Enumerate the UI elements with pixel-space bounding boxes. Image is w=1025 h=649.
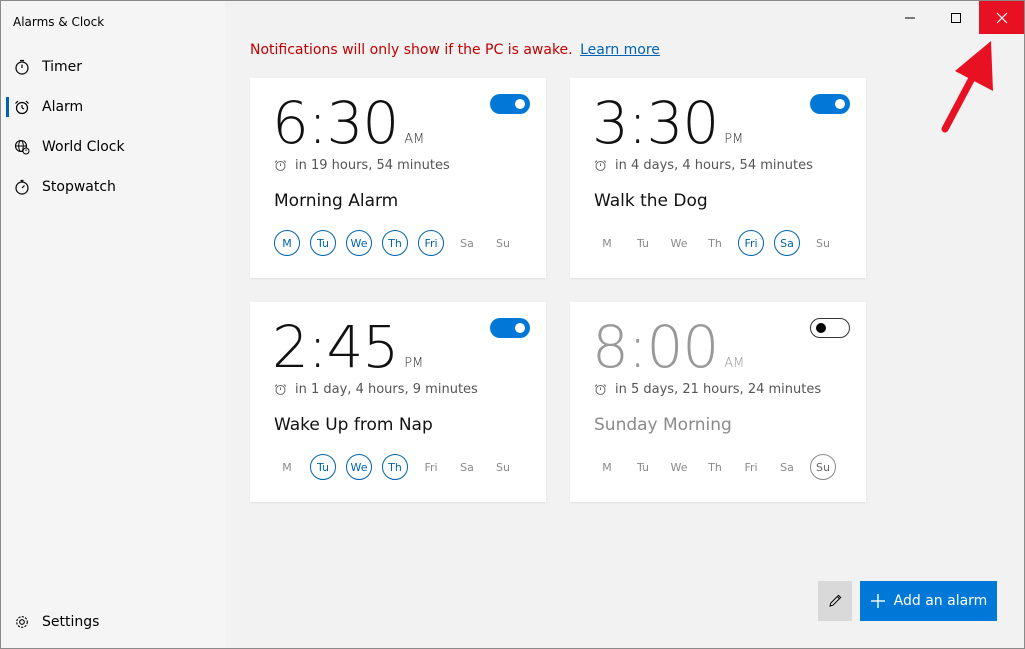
- alarm-days: M Tu We Th Fri Sa Su: [274, 230, 526, 256]
- day-sun: Su: [816, 236, 830, 250]
- alarm-countdown: in 4 days, 4 hours, 54 minutes: [594, 158, 813, 173]
- alarm-time-value: 3:30: [592, 89, 719, 157]
- add-alarm-label: Add an alarm: [893, 593, 988, 609]
- sidebar: Alarms & Clock Timer Alarm World Clock S…: [1, 1, 225, 648]
- alarm-toggle[interactable]: [810, 318, 850, 338]
- day-tue: Tu: [310, 454, 336, 480]
- plus-icon: [870, 593, 886, 609]
- edit-alarms-button[interactable]: [818, 581, 852, 621]
- day-sat: Sa: [774, 230, 800, 256]
- alarm-countdown-text: in 5 days, 21 hours, 24 minutes: [615, 382, 822, 397]
- add-alarm-button[interactable]: Add an alarm: [860, 581, 997, 621]
- annotation-arrow-icon: [941, 41, 993, 133]
- day-wed: We: [346, 454, 372, 480]
- sidebar-item-timer[interactable]: Timer: [1, 47, 225, 87]
- day-tue: Tu: [636, 460, 650, 474]
- alarm-time-value: 8:00: [592, 313, 719, 381]
- day-sat: Sa: [780, 460, 794, 474]
- day-wed: We: [670, 236, 688, 250]
- day-mon: M: [602, 236, 612, 250]
- alarm-name: Morning Alarm: [274, 191, 399, 211]
- alarm-card[interactable]: 2:45 PM in 1 day, 4 hours, 9 minutes Wake…: [250, 302, 546, 502]
- day-fri: Fri: [424, 460, 438, 474]
- sidebar-item-stopwatch[interactable]: Stopwatch: [1, 167, 225, 207]
- alarm-time-value: 6:30: [272, 89, 399, 157]
- sidebar-item-label: World Clock: [42, 139, 125, 155]
- close-button[interactable]: [979, 1, 1024, 34]
- day-thu: Th: [382, 230, 408, 256]
- alarm-days: M Tu We Th Fri Sa Su: [274, 454, 526, 480]
- learn-more-link[interactable]: Learn more: [580, 42, 660, 58]
- day-fri: Fri: [744, 460, 758, 474]
- day-thu: Th: [382, 454, 408, 480]
- day-wed: We: [346, 230, 372, 256]
- alarm-countdown-text: in 1 day, 4 hours, 9 minutes: [295, 382, 478, 397]
- alarm-countdown: in 19 hours, 54 minutes: [274, 158, 450, 173]
- day-fri: Fri: [418, 230, 444, 256]
- sidebar-item-label: Stopwatch: [42, 179, 116, 195]
- alarm-bell-icon: [274, 383, 287, 396]
- alarm-card[interactable]: 6:30 AM in 19 hours, 54 minutes Morning A…: [250, 78, 546, 278]
- maximize-icon: [951, 12, 961, 23]
- sidebar-item-label: Timer: [42, 59, 83, 75]
- day-fri: Fri: [738, 230, 764, 256]
- sidebar-item-alarm[interactable]: Alarm: [1, 87, 225, 127]
- alarm-bell-icon: [274, 159, 287, 172]
- maximize-button[interactable]: [933, 1, 979, 34]
- day-thu: Th: [708, 236, 722, 250]
- day-sat: Sa: [460, 460, 474, 474]
- alarm-card[interactable]: 3:30 PM in 4 days, 4 hours, 54 minutes Wa…: [570, 78, 866, 278]
- alarm-name: Wake Up from Nap: [274, 415, 433, 435]
- day-tue: Tu: [636, 236, 650, 250]
- notification-notice: Notifications will only show if the PC i…: [250, 42, 660, 58]
- alarm-name: Walk the Dog: [594, 191, 708, 211]
- alarm-toggle[interactable]: [490, 318, 530, 338]
- day-thu: Th: [708, 460, 722, 474]
- alarm-countdown-text: in 19 hours, 54 minutes: [295, 158, 450, 173]
- day-sun: Su: [810, 454, 836, 480]
- alarm-bell-icon: [594, 383, 607, 396]
- close-icon: [996, 12, 1008, 23]
- day-sat: Sa: [460, 236, 474, 250]
- day-mon: M: [282, 460, 292, 474]
- day-wed: We: [670, 460, 688, 474]
- notice-text: Notifications will only show if the PC i…: [250, 42, 573, 58]
- alarm-toggle[interactable]: [810, 94, 850, 114]
- alarm-days: M Tu We Th Fri Sa Su: [594, 454, 846, 480]
- gear-icon: [13, 613, 31, 631]
- alarm-countdown: in 1 day, 4 hours, 9 minutes: [274, 382, 478, 397]
- sidebar-item-settings[interactable]: Settings: [1, 602, 225, 642]
- day-mon: M: [274, 230, 300, 256]
- stopwatch-icon: [13, 178, 31, 196]
- app-title: Alarms & Clock: [13, 15, 105, 29]
- day-sun: Su: [496, 236, 510, 250]
- sidebar-item-world-clock[interactable]: World Clock: [1, 127, 225, 167]
- alarm-days: M Tu We Th Fri Sa Su: [594, 230, 846, 256]
- minimize-button[interactable]: [887, 1, 933, 34]
- alarm-time-value: 2:45: [272, 313, 399, 381]
- timer-icon: [13, 58, 31, 76]
- globe-icon: [13, 138, 31, 156]
- day-mon: M: [602, 460, 612, 474]
- minimize-icon: [905, 17, 915, 18]
- day-sun: Su: [496, 460, 510, 474]
- alarm-name: Sunday Morning: [594, 415, 732, 435]
- sidebar-item-label: Settings: [42, 614, 100, 630]
- alarm-card[interactable]: 8:00 AM in 5 days, 21 hours, 24 minutes S…: [570, 302, 866, 502]
- alarm-toggle[interactable]: [490, 94, 530, 114]
- alarm-icon: [13, 98, 31, 116]
- alarm-bell-icon: [594, 159, 607, 172]
- pencil-icon: [829, 594, 842, 607]
- day-tue: Tu: [310, 230, 336, 256]
- alarm-countdown-text: in 4 days, 4 hours, 54 minutes: [615, 158, 813, 173]
- app-window: Alarms & Clock Timer Alarm World Clock S…: [0, 0, 1025, 649]
- alarm-countdown: in 5 days, 21 hours, 24 minutes: [594, 382, 821, 397]
- sidebar-item-label: Alarm: [42, 99, 84, 115]
